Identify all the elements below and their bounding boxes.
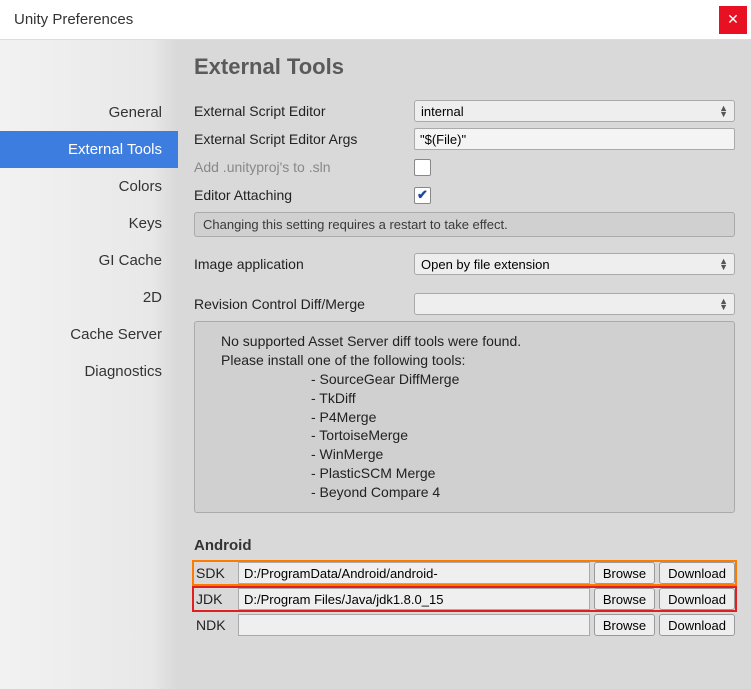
- jdk-download-button[interactable]: Download: [659, 588, 735, 610]
- dropdown-arrows-icon: ▲▼: [719, 298, 728, 310]
- dropdown-arrows-icon: ▲▼: [719, 258, 728, 270]
- warn-tool-item: - SourceGear DiffMerge: [311, 370, 722, 389]
- ndk-label: NDK: [194, 617, 234, 633]
- sidebar: General External Tools Colors Keys GI Ca…: [0, 40, 178, 689]
- image-app-value: Open by file extension: [421, 257, 550, 272]
- warn-line1: No supported Asset Server diff tools wer…: [221, 332, 722, 351]
- window-title: Unity Preferences: [14, 11, 133, 28]
- warn-tool-item: - TkDiff: [311, 389, 722, 408]
- warn-tool-item: - Beyond Compare 4: [311, 483, 722, 502]
- sidebar-item-keys[interactable]: Keys: [0, 205, 178, 242]
- ndk-row: NDK Browse Download: [194, 614, 735, 636]
- main-panel: External Tools External Script Editor in…: [178, 40, 751, 689]
- editor-attaching-checkbox[interactable]: [414, 187, 431, 204]
- sdk-row: SDK Browse Download: [194, 562, 735, 584]
- revision-dropdown[interactable]: ▲▼: [414, 293, 735, 315]
- jdk-label: JDK: [194, 591, 234, 607]
- diff-tools-warnbox: No supported Asset Server diff tools wer…: [194, 321, 735, 513]
- warn-line2: Please install one of the following tool…: [221, 351, 722, 370]
- jdk-input[interactable]: [238, 588, 590, 610]
- ndk-input[interactable]: [238, 614, 590, 636]
- script-editor-label: External Script Editor: [194, 103, 414, 119]
- dropdown-arrows-icon: ▲▼: [719, 105, 728, 117]
- warn-tool-item: - WinMerge: [311, 445, 722, 464]
- warn-tool-item: - PlasticSCM Merge: [311, 464, 722, 483]
- jdk-row: JDK Browse Download: [194, 588, 735, 610]
- sdk-browse-button[interactable]: Browse: [594, 562, 655, 584]
- revision-label: Revision Control Diff/Merge: [194, 296, 414, 312]
- sidebar-item-2d[interactable]: 2D: [0, 279, 178, 316]
- jdk-browse-button[interactable]: Browse: [594, 588, 655, 610]
- titlebar: Unity Preferences ✕: [0, 0, 751, 40]
- add-unityproj-checkbox[interactable]: [414, 159, 431, 176]
- editor-attaching-label: Editor Attaching: [194, 187, 414, 203]
- sidebar-item-cache-server[interactable]: Cache Server: [0, 316, 178, 353]
- warn-tool-item: - TortoiseMerge: [311, 426, 722, 445]
- warn-tool-item: - P4Merge: [311, 408, 722, 427]
- close-button[interactable]: ✕: [719, 6, 747, 34]
- sdk-download-button[interactable]: Download: [659, 562, 735, 584]
- script-args-input[interactable]: [414, 128, 735, 150]
- ndk-browse-button[interactable]: Browse: [594, 614, 655, 636]
- sidebar-item-general[interactable]: General: [0, 94, 178, 131]
- close-icon: ✕: [727, 11, 739, 28]
- sidebar-item-gi-cache[interactable]: GI Cache: [0, 242, 178, 279]
- add-unityproj-label: Add .unityproj's to .sln: [194, 159, 414, 175]
- script-editor-value: internal: [421, 104, 464, 119]
- sdk-label: SDK: [194, 565, 234, 581]
- script-args-label: External Script Editor Args: [194, 131, 414, 147]
- restart-helpbox: Changing this setting requires a restart…: [194, 212, 735, 237]
- ndk-download-button[interactable]: Download: [659, 614, 735, 636]
- image-app-dropdown[interactable]: Open by file extension ▲▼: [414, 253, 735, 275]
- page-title: External Tools: [194, 54, 735, 80]
- sdk-input[interactable]: [238, 562, 590, 584]
- script-editor-dropdown[interactable]: internal ▲▼: [414, 100, 735, 122]
- sidebar-item-colors[interactable]: Colors: [0, 168, 178, 205]
- image-app-label: Image application: [194, 256, 414, 272]
- sidebar-item-diagnostics[interactable]: Diagnostics: [0, 353, 178, 390]
- sidebar-item-external-tools[interactable]: External Tools: [0, 131, 178, 168]
- android-section-title: Android: [194, 537, 735, 554]
